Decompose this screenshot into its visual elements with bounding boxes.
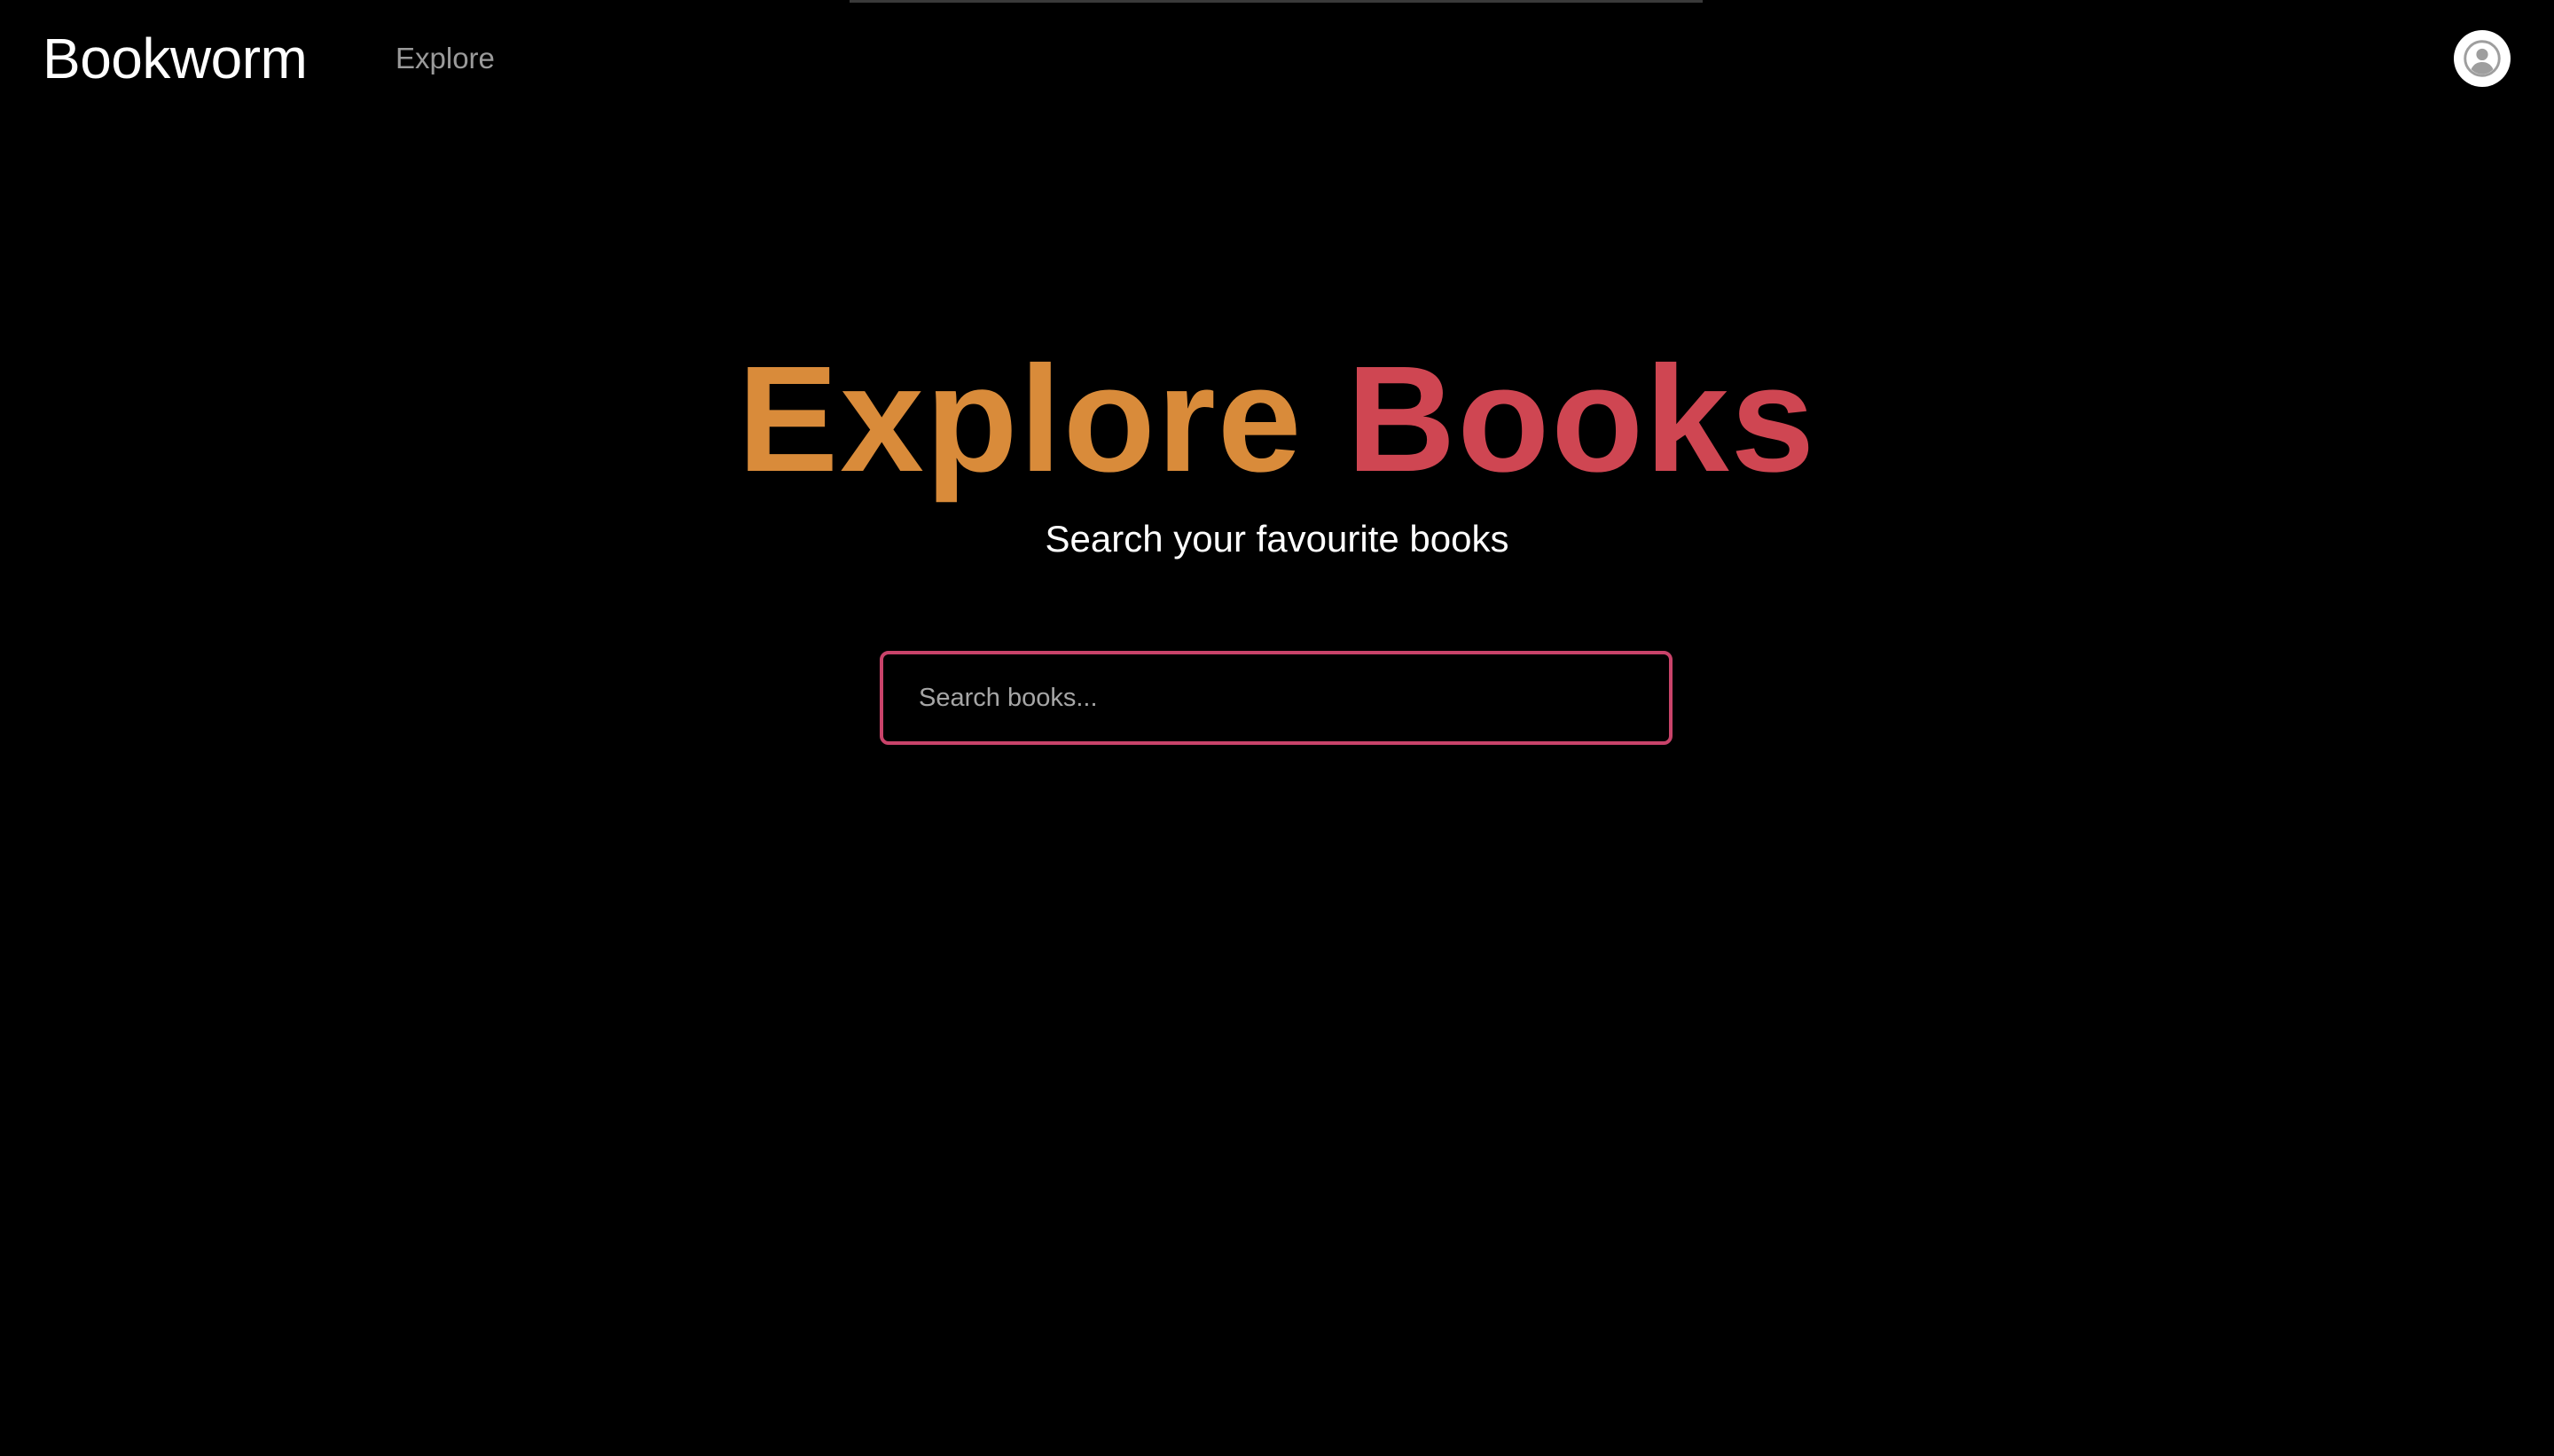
hero-title-part1: Explore [737, 335, 1304, 504]
page: Bookworm Explore Explore Books Search yo… [0, 0, 2554, 1456]
hero-title-part2: Books [1346, 335, 1817, 504]
brand-logo[interactable]: Bookworm [43, 25, 308, 92]
hero-title: Explore Books [0, 335, 2554, 504]
hero-subtitle: Search your favourite books [1045, 518, 1509, 560]
navbar: Bookworm Explore [0, 0, 2554, 115]
user-avatar-button[interactable] [2454, 30, 2511, 87]
search-container [880, 651, 1673, 745]
user-avatar-icon [2464, 40, 2501, 77]
search-input[interactable] [880, 651, 1673, 745]
nav-link-explore[interactable]: Explore [396, 41, 495, 76]
